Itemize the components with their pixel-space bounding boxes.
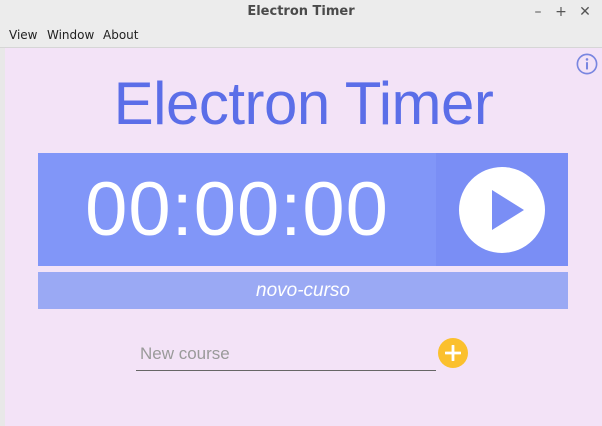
maximize-button[interactable]: + xyxy=(551,2,571,22)
minimize-button[interactable]: – xyxy=(528,2,548,22)
main-content: Electron Timer 00:00:00 novo-curso xyxy=(5,48,602,426)
timer-display: 00:00:00 xyxy=(85,167,389,252)
add-course-button[interactable] xyxy=(438,338,468,368)
close-button[interactable]: ✕ xyxy=(575,2,595,22)
current-course-bar: novo-curso xyxy=(38,272,568,309)
app-title: Electron Timer xyxy=(113,70,494,137)
app-window: Electron Timer – + ✕ View Window About E… xyxy=(0,0,602,426)
title-bar[interactable]: Electron Timer – + ✕ xyxy=(0,0,602,24)
current-course-label: novo-curso xyxy=(256,280,350,301)
menu-view[interactable]: View xyxy=(9,24,37,47)
menu-window[interactable]: Window xyxy=(47,24,94,47)
new-course-input[interactable] xyxy=(136,338,436,371)
timer-panel: 00:00:00 xyxy=(38,153,436,266)
play-icon xyxy=(459,167,545,253)
menu-bar: View Window About xyxy=(0,24,602,48)
window-title: Electron Timer xyxy=(247,4,355,19)
menu-about[interactable]: About xyxy=(103,24,138,47)
play-button[interactable] xyxy=(436,153,568,266)
